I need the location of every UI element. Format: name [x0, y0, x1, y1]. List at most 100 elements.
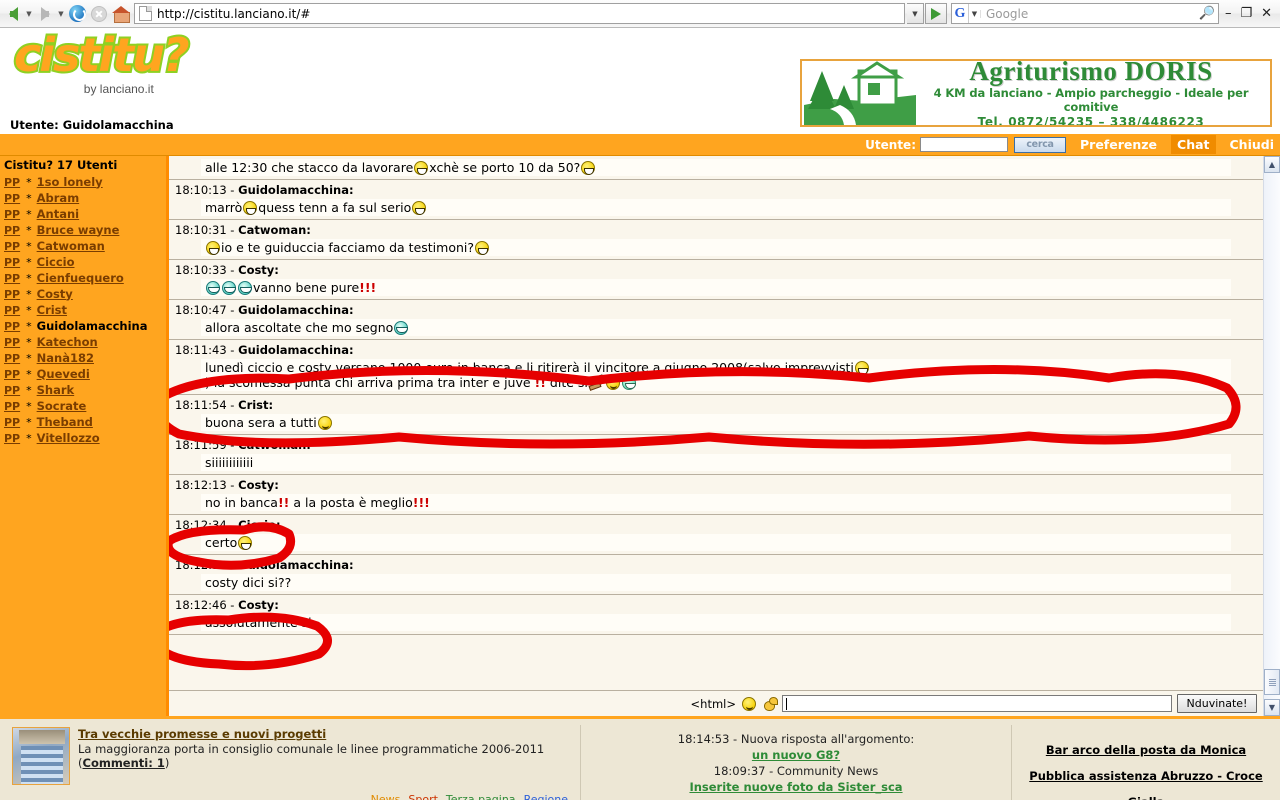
- go-button[interactable]: [924, 3, 947, 24]
- user-list-item[interactable]: PP * Shark: [0, 382, 166, 398]
- user-name-link[interactable]: Costy: [37, 287, 73, 302]
- duck-icon[interactable]: [762, 697, 778, 711]
- utente-input[interactable]: [920, 137, 1008, 152]
- private-message-link[interactable]: PP: [4, 223, 20, 238]
- news-headline-link[interactable]: Tra vecchie promesse e nuovi progetti: [78, 727, 570, 741]
- chiudi-link[interactable]: Chiudi: [1224, 135, 1280, 154]
- user-name-link[interactable]: Vitellozzo: [37, 431, 100, 446]
- user-name-link[interactable]: Crist: [37, 303, 67, 318]
- user-name-link[interactable]: Abram: [37, 191, 80, 206]
- chat-message-body: alle 12:30 che stacco da lavorare xchè se…: [201, 159, 1231, 176]
- private-message-link[interactable]: PP: [4, 399, 20, 414]
- user-name-link[interactable]: Socrate: [37, 399, 87, 414]
- private-message-link[interactable]: PP: [4, 303, 20, 318]
- private-message-link[interactable]: PP: [4, 351, 20, 366]
- user-list-item[interactable]: PP * Bruce wayne: [0, 222, 166, 238]
- user-name-link[interactable]: Bruce wayne: [37, 223, 120, 238]
- scroll-up-button[interactable]: ▲: [1264, 156, 1280, 173]
- home-button[interactable]: [110, 2, 132, 26]
- close-button[interactable]: ✕: [1261, 7, 1272, 20]
- news-category-link[interactable]: Terza pagina: [446, 793, 516, 800]
- sponsor-link-2[interactable]: Pubblica assistenza Abruzzo - Croce Gial…: [1029, 769, 1262, 800]
- preferenze-link[interactable]: Preferenze: [1074, 135, 1163, 154]
- user-name-link[interactable]: Catwoman: [37, 239, 105, 254]
- user-list-item[interactable]: PP * Crist: [0, 302, 166, 318]
- user-list-item[interactable]: PP * Ciccio: [0, 254, 166, 270]
- private-message-link[interactable]: PP: [4, 239, 20, 254]
- search-input[interactable]: Google: [981, 7, 1196, 21]
- address-bar[interactable]: http://cistitu.lanciano.it/#: [134, 3, 905, 24]
- back-button[interactable]: [2, 2, 24, 26]
- private-message-link[interactable]: PP: [4, 191, 20, 206]
- banner-text: Agriturismo DORIS 4 KM da lanciano - Amp…: [916, 61, 1270, 125]
- refresh-button[interactable]: [66, 2, 88, 26]
- user-list-item[interactable]: PP * Catwoman: [0, 238, 166, 254]
- stop-button[interactable]: [88, 2, 110, 26]
- news-category-link[interactable]: Regione: [524, 793, 568, 800]
- user-list-item[interactable]: PP * Nanà182: [0, 350, 166, 366]
- private-message-link[interactable]: PP: [4, 335, 20, 350]
- private-message-link[interactable]: PP: [4, 271, 20, 286]
- user-name-link[interactable]: Antani: [37, 207, 79, 222]
- user-list-item[interactable]: PP * 1so lonely: [0, 174, 166, 190]
- user-list-item[interactable]: PP * Antani: [0, 206, 166, 222]
- private-message-link[interactable]: PP: [4, 319, 20, 334]
- site-logo[interactable]: cistitu? by lanciano.it: [0, 28, 192, 96]
- user-name-link[interactable]: Quevedi: [37, 367, 90, 382]
- user-name-link[interactable]: Cienfuequero: [37, 271, 124, 286]
- smiley-icon[interactable]: [742, 696, 756, 711]
- back-history-dropdown[interactable]: ▼: [24, 2, 34, 26]
- maximize-button[interactable]: ❐: [1240, 7, 1252, 20]
- scrollbar-track[interactable]: [1264, 173, 1280, 699]
- user-name-link[interactable]: Ciccio: [37, 255, 75, 270]
- private-message-link[interactable]: PP: [4, 175, 20, 190]
- user-name-link[interactable]: Katechon: [37, 335, 98, 350]
- private-message-link[interactable]: PP: [4, 207, 20, 222]
- news-category-link[interactable]: Sport: [408, 793, 438, 800]
- scrollbar-thumb[interactable]: [1264, 669, 1280, 695]
- private-message-link[interactable]: PP: [4, 431, 20, 446]
- activity-link-2[interactable]: Inserite nuove foto da Sister_sca: [689, 780, 902, 794]
- user-list-item[interactable]: PP * Vitellozzo: [0, 430, 166, 446]
- chat-message-input[interactable]: [782, 695, 1172, 712]
- private-message-link[interactable]: PP: [4, 367, 20, 382]
- user-name-link[interactable]: Shark: [37, 383, 75, 398]
- user-name-link[interactable]: Guidolamacchina: [37, 319, 148, 334]
- chat-scrollbar[interactable]: ▲ ▼: [1263, 156, 1280, 716]
- minimize-button[interactable]: –: [1225, 7, 1232, 20]
- user-list-item[interactable]: PP * Guidolamacchina: [0, 318, 166, 334]
- forward-button[interactable]: [34, 2, 56, 26]
- sponsor-link-1[interactable]: Bar arco della posta da Monica: [1046, 743, 1246, 757]
- send-button[interactable]: Nduvinate!: [1177, 694, 1257, 713]
- comments-link[interactable]: Commenti: 1: [83, 756, 165, 770]
- search-button[interactable]: 🔍: [1196, 6, 1218, 21]
- user-list-item[interactable]: PP * Katechon: [0, 334, 166, 350]
- news-thumbnail[interactable]: [12, 727, 70, 785]
- user-list-item[interactable]: PP * Quevedi: [0, 366, 166, 382]
- user-name-link[interactable]: Nanà182: [37, 351, 94, 366]
- user-name-link[interactable]: 1so lonely: [37, 175, 103, 190]
- address-bar-dropdown-icon[interactable]: ▼: [906, 3, 924, 24]
- cerca-button[interactable]: cerca: [1014, 136, 1066, 153]
- private-message-link[interactable]: PP: [4, 255, 20, 270]
- user-list-item[interactable]: PP * Abram: [0, 190, 166, 206]
- advertisement-banner[interactable]: Agriturismo DORIS 4 KM da lanciano - Amp…: [800, 59, 1272, 127]
- private-message-link[interactable]: PP: [4, 383, 20, 398]
- forward-history-dropdown[interactable]: ▼: [56, 2, 66, 26]
- search-box[interactable]: G ▼ Google 🔍: [950, 3, 1219, 24]
- private-message-link[interactable]: PP: [4, 415, 20, 430]
- chat-link[interactable]: Chat: [1171, 135, 1216, 154]
- user-list-item[interactable]: PP * Socrate: [0, 398, 166, 414]
- news-category-link[interactable]: News: [371, 793, 401, 800]
- user-list-item[interactable]: PP * Costy: [0, 286, 166, 302]
- private-message-link[interactable]: PP: [4, 287, 20, 302]
- search-engine-dropdown-icon[interactable]: ▼: [969, 9, 981, 18]
- activity-link-1[interactable]: un nuovo G8?: [752, 748, 840, 762]
- user-list-item[interactable]: PP * Theband: [0, 414, 166, 430]
- scroll-down-button[interactable]: ▼: [1264, 699, 1280, 716]
- user-name-link[interactable]: Theband: [37, 415, 93, 430]
- chat-message-time: 18:12:13 -: [175, 478, 239, 492]
- user-list-item[interactable]: PP * Cienfuequero: [0, 270, 166, 286]
- chat-message-author: Guidolamacchina:: [238, 343, 354, 357]
- chat-message-body: lunedì ciccio e costy versano 1000 euro …: [201, 359, 1231, 391]
